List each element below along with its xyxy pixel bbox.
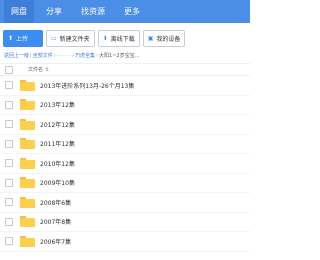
offline-download-button[interactable]: ⬇ 离线下载 — [97, 30, 140, 47]
row-checkbox[interactable] — [5, 100, 13, 109]
toolbar: ⬆ 上传 ▭ 新建文件夹 ⬇ 离线下载 ▣ 我的设备 — [3, 30, 188, 47]
row-checkbox[interactable] — [5, 217, 13, 226]
breadcrumb-separator: › — [53, 52, 56, 59]
new-folder-icon: ▭ — [51, 34, 57, 42]
column-header-filename[interactable]: 文件名 — [28, 66, 43, 73]
file-row[interactable]: 2013年进阶系列13月-26个月13集 — [0, 76, 250, 96]
file-name[interactable]: 2009年10集 — [40, 178, 75, 187]
top-nav-bar: 网盘 分享 找资源 更多 — [0, 0, 250, 23]
file-row[interactable]: 2012年12集 — [0, 115, 250, 135]
file-name[interactable]: 2006年7集 — [40, 237, 71, 246]
row-checkbox[interactable] — [5, 139, 13, 148]
folder-icon — [20, 138, 35, 150]
folder-icon — [20, 99, 35, 111]
my-devices-button[interactable]: ▣ 我的设备 — [142, 30, 186, 47]
row-checkbox[interactable] — [5, 120, 13, 129]
folder-icon — [20, 157, 35, 169]
select-all-checkbox[interactable] — [5, 65, 13, 74]
breadcrumb-separator: | — [30, 52, 32, 59]
file-row[interactable]: 2008年6集 — [0, 193, 250, 213]
breadcrumb-hidden-segment[interactable]: ········· — [57, 53, 71, 59]
tab-share[interactable]: 分享 — [39, 0, 69, 23]
row-checkbox[interactable] — [5, 237, 13, 246]
folder-icon — [20, 79, 35, 91]
row-checkbox[interactable] — [5, 178, 13, 187]
row-checkbox[interactable] — [5, 81, 13, 90]
my-devices-label: 我的设备 — [156, 36, 181, 43]
file-name[interactable]: 2013年12集 — [40, 100, 75, 109]
breadcrumb-current: 大阳1~2岁宝宝... — [99, 53, 140, 59]
upload-icon: ⬆ — [8, 34, 14, 42]
new-folder-label: 新建文件夹 — [59, 36, 90, 43]
breadcrumb-all-files-link[interactable]: 全部文件 — [33, 52, 53, 59]
breadcrumb-parent-link[interactable]: 巧虎全集 — [75, 52, 95, 59]
row-checkbox[interactable] — [5, 159, 13, 168]
sort-icon[interactable]: ⇅ — [45, 67, 49, 73]
file-name[interactable]: 2007年8集 — [40, 217, 71, 226]
breadcrumb-separator: › — [72, 52, 75, 59]
new-folder-button[interactable]: ▭ 新建文件夹 — [46, 30, 95, 47]
file-name[interactable]: 2013年进阶系列13月-26个月13集 — [40, 81, 134, 90]
folder-icon — [20, 118, 35, 130]
folder-icon — [20, 235, 35, 247]
file-name[interactable]: 2008年6集 — [40, 198, 71, 207]
file-list-header: 文件名 ⇅ — [0, 63, 250, 76]
file-row[interactable]: 2007年8集 — [0, 213, 250, 232]
file-row[interactable]: 2010年12集 — [0, 154, 250, 174]
breadcrumb: 返回上一级 | 全部文件 › ········· › 巧虎全集 › 大阳1~2岁… — [4, 52, 246, 60]
row-checkbox[interactable] — [5, 198, 13, 207]
file-row[interactable]: 2013年12集 — [0, 96, 250, 115]
folder-icon — [20, 177, 35, 189]
file-name[interactable]: 2012年12集 — [40, 120, 75, 129]
tab-more[interactable]: 更多 — [117, 0, 147, 23]
download-icon: ⬇ — [102, 34, 108, 42]
file-row[interactable]: 2011年12集 — [0, 135, 250, 154]
device-icon: ▣ — [147, 34, 154, 42]
breadcrumb-back-link[interactable]: 返回上一级 — [4, 52, 29, 59]
file-list: 2013年进阶系列13月-26个月13集 2013年12集 2012年12集 2… — [0, 76, 250, 252]
breadcrumb-separator: › — [96, 52, 99, 59]
upload-button[interactable]: ⬆ 上传 — [3, 30, 43, 47]
file-name[interactable]: 2010年12集 — [40, 159, 75, 168]
offline-download-label: 离线下载 — [110, 36, 135, 43]
file-row[interactable]: 2006年7集 — [0, 232, 250, 252]
file-row[interactable]: 2009年10集 — [0, 174, 250, 193]
tab-find-resources[interactable]: 找资源 — [74, 0, 112, 23]
upload-label: 上传 — [16, 36, 29, 43]
tab-netdisk[interactable]: 网盘 — [4, 0, 34, 23]
folder-icon — [20, 216, 35, 228]
file-name[interactable]: 2011年12集 — [40, 139, 75, 148]
folder-icon — [20, 196, 35, 208]
